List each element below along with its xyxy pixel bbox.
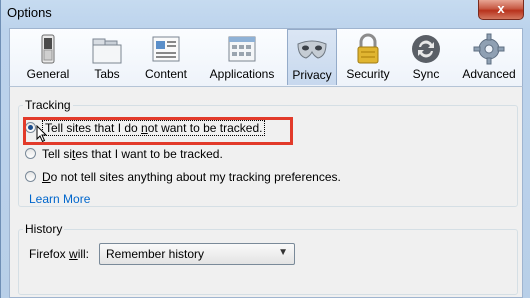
sync-icon [412, 35, 440, 63]
option-label: Do not tell sites anything about my trac… [42, 169, 341, 184]
title-bar[interactable]: Options x [1, 0, 530, 26]
history-mode-select[interactable]: Remember history ▼ [99, 243, 295, 265]
pane-security[interactable]: Security [342, 29, 394, 85]
privacy-pane: Tracking Tell sites that I do not want t… [9, 86, 523, 298]
dnt-option-no-preference[interactable]: Do not tell sites anything about my trac… [25, 169, 341, 187]
close-button[interactable]: x [478, 0, 524, 20]
pane-applications[interactable]: Applications [202, 29, 282, 85]
applications-icon [228, 36, 256, 62]
pane-advanced[interactable]: Advanced [458, 29, 520, 85]
window-title: Options [7, 5, 52, 20]
pane-general[interactable]: General [16, 29, 80, 85]
mask-icon [297, 40, 327, 59]
chevron-down-icon: ▼ [278, 247, 288, 258]
select-value: Remember history [106, 247, 205, 261]
pane-label: Privacy [292, 68, 332, 82]
pane-label: Security [346, 67, 390, 81]
mouse-cursor-icon [36, 125, 48, 143]
options-window: Options x General Tabs Content Applicati… [0, 0, 530, 298]
history-group: History Firefox will: Remember history ▼ [18, 222, 518, 295]
option-label: Tell sites that I want to be tracked. [42, 146, 223, 161]
radio-button[interactable] [25, 171, 36, 183]
pane-label: Content [144, 67, 188, 81]
pane-label: Advanced [462, 67, 516, 81]
pane-content[interactable]: Content [136, 29, 196, 85]
pane-label: Applications [209, 67, 275, 81]
gear-icon [473, 33, 505, 65]
pane-privacy[interactable]: Privacy [287, 29, 337, 85]
history-legend: History [23, 222, 65, 236]
dnt-option-track[interactable]: Tell sites that I want to be tracked. [25, 146, 223, 164]
close-icon: x [497, 1, 505, 16]
history-mode-label: Firefox will: [29, 247, 90, 261]
content-icon [152, 36, 180, 62]
radio-button[interactable] [25, 148, 36, 160]
pane-label: Sync [412, 67, 440, 81]
padlock-icon [357, 33, 379, 64]
pane-sync[interactable]: Sync [404, 29, 448, 85]
pane-label: Tabs [94, 67, 120, 81]
learn-more-link[interactable]: Learn More [29, 192, 90, 206]
pane-label: General [26, 67, 70, 81]
switch-icon [41, 34, 55, 64]
tabs-icon [92, 38, 122, 64]
pane-tabs[interactable]: Tabs [82, 29, 132, 85]
annotation-highlight-box [23, 117, 293, 145]
preferences-toolbar: General Tabs Content Applications Privac… [9, 28, 523, 86]
tracking-legend: Tracking [23, 98, 73, 112]
